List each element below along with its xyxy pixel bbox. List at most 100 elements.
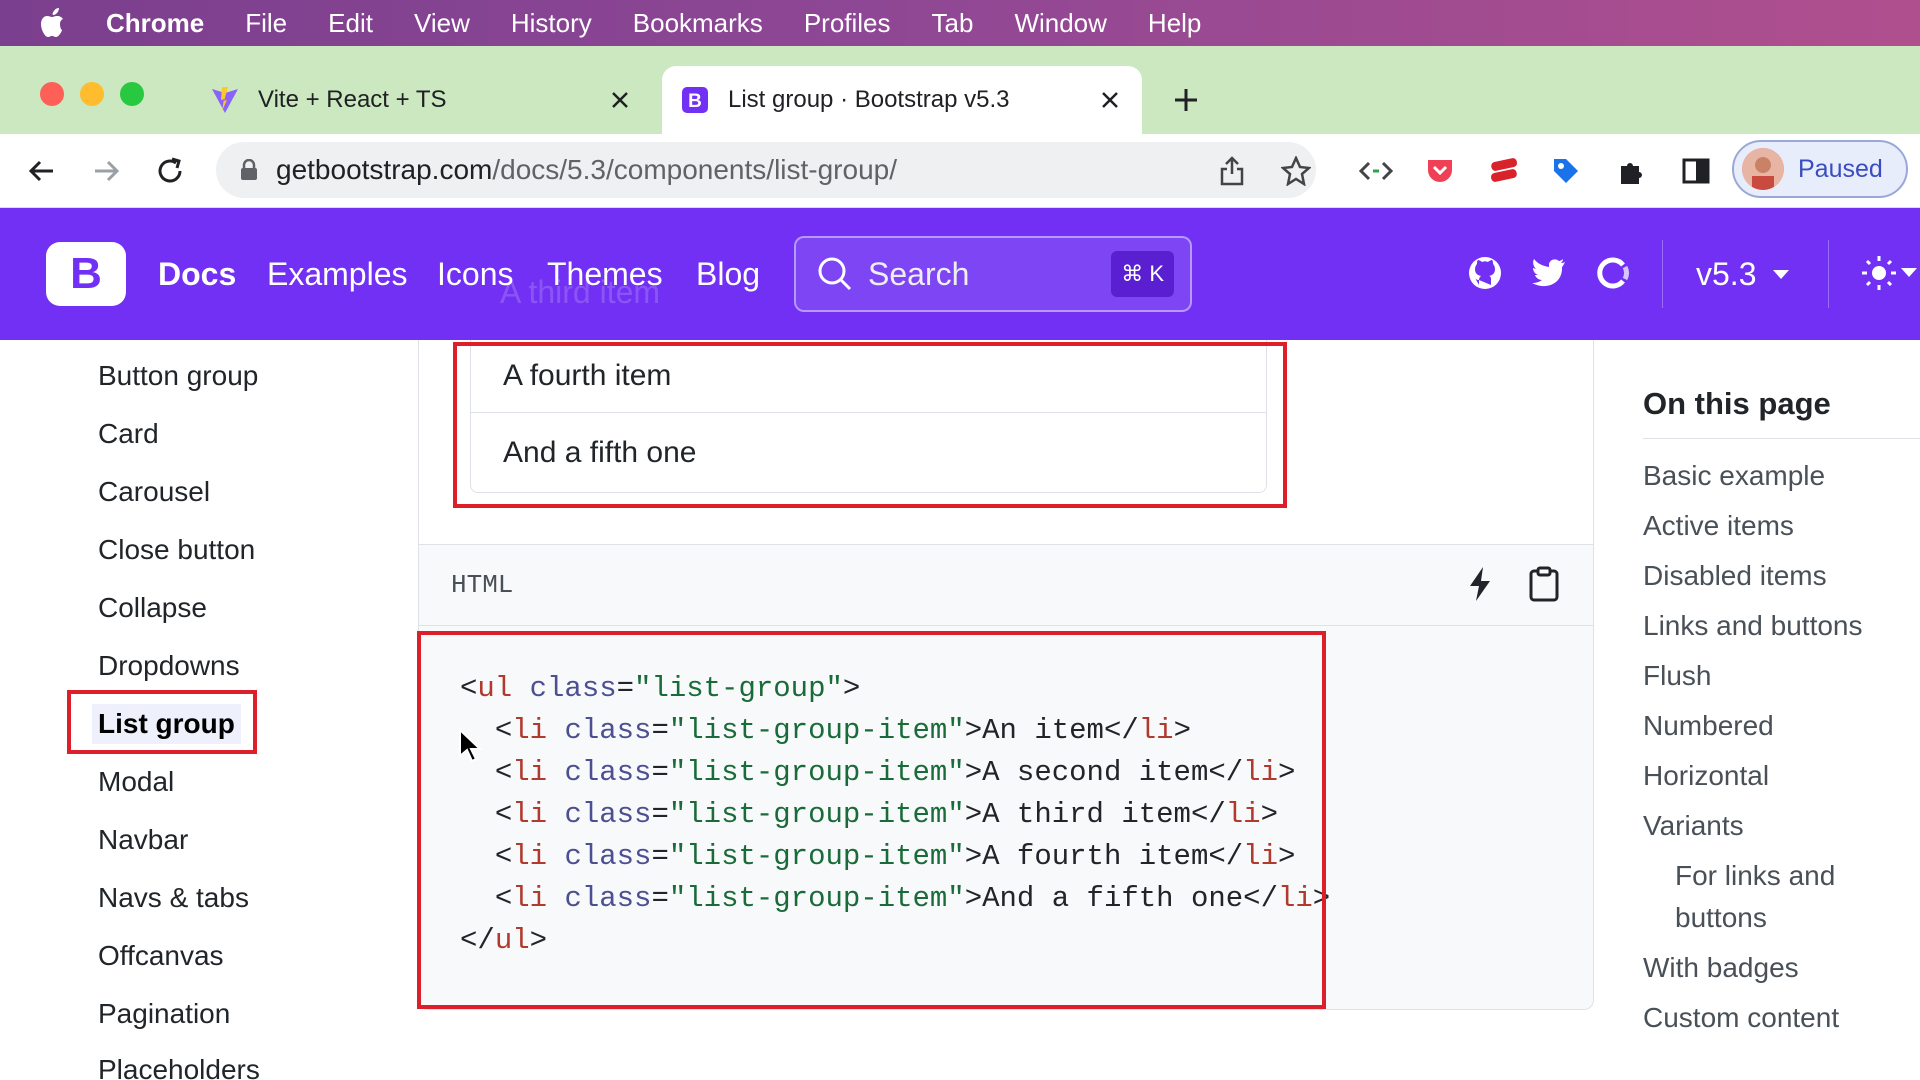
highlight-box xyxy=(453,342,1287,508)
tag-extension-icon[interactable] xyxy=(1548,153,1584,189)
apple-icon[interactable] xyxy=(36,5,72,41)
svg-text:B: B xyxy=(688,91,702,112)
navbar-divider xyxy=(1828,240,1829,308)
profile-status: Paused xyxy=(1798,154,1883,183)
url-path: /docs/5.3/components/list-group/ xyxy=(492,154,898,185)
nav-docs[interactable]: Docs xyxy=(158,256,236,293)
close-tab-icon[interactable] xyxy=(1096,86,1124,114)
lightning-icon[interactable] xyxy=(1463,564,1497,604)
new-tab-icon[interactable] xyxy=(1168,82,1204,118)
menu-chrome[interactable]: Chrome xyxy=(106,8,204,39)
clipboard-icon[interactable] xyxy=(1527,564,1561,604)
menu-help[interactable]: Help xyxy=(1148,8,1201,39)
toc-item-horizontal[interactable]: Horizontal xyxy=(1643,760,1769,792)
opencollective-icon[interactable] xyxy=(1594,254,1632,292)
sidebar-item-dropdowns[interactable]: Dropdowns xyxy=(98,650,240,682)
mouse-cursor-icon xyxy=(459,728,482,763)
menu-profiles[interactable]: Profiles xyxy=(804,8,891,39)
pocket-icon[interactable] xyxy=(1422,153,1458,189)
toc-title: On this page xyxy=(1643,386,1831,421)
toc-item-for-links-and-buttons-cont[interactable]: buttons xyxy=(1675,902,1767,934)
code-language-label: HTML xyxy=(451,570,514,600)
menu-file[interactable]: File xyxy=(245,8,287,39)
toc-item-custom-content[interactable]: Custom content xyxy=(1643,1002,1839,1034)
toc-item-numbered[interactable]: Numbered xyxy=(1643,710,1774,742)
toc-item-links-and-buttons[interactable]: Links and buttons xyxy=(1643,610,1863,642)
profile-button[interactable]: Paused xyxy=(1732,140,1908,198)
sidebar-item-button-group[interactable]: Button group xyxy=(98,360,258,392)
lock-icon[interactable] xyxy=(238,158,260,182)
nav-examples[interactable]: Examples xyxy=(267,256,408,293)
back-icon[interactable] xyxy=(24,153,60,189)
url-host: getbootstrap.com xyxy=(276,154,493,185)
caret-down-icon[interactable] xyxy=(1898,254,1920,292)
search-icon xyxy=(816,255,854,293)
address-bar[interactable]: getbootstrap.com/docs/5.3/components/lis… xyxy=(216,142,1316,198)
version-label: v5.3 xyxy=(1696,256,1757,292)
nav-blog[interactable]: Blog xyxy=(696,256,760,293)
bootstrap-icon: B xyxy=(680,85,710,115)
side-panel-icon[interactable] xyxy=(1678,153,1714,189)
sidebar-item-collapse[interactable]: Collapse xyxy=(98,592,207,624)
bookmark-star-icon[interactable] xyxy=(1278,153,1314,189)
nav-themes[interactable]: Themes xyxy=(547,256,663,293)
share-icon[interactable] xyxy=(1214,153,1250,189)
sidebar-item-pagination[interactable]: Pagination xyxy=(98,998,230,1030)
close-window-button[interactable] xyxy=(40,82,64,106)
menu-tab[interactable]: Tab xyxy=(932,8,974,39)
toc-item-with-badges[interactable]: With badges xyxy=(1643,952,1799,984)
highlight-box xyxy=(417,631,1326,1009)
browser-toolbar: getbootstrap.com/docs/5.3/components/lis… xyxy=(0,134,1920,208)
sidebar-item-card[interactable]: Card xyxy=(98,418,159,450)
tab-vite[interactable]: Vite + React + TS xyxy=(192,66,652,134)
sidebar-item-navbar[interactable]: Navbar xyxy=(98,824,188,856)
search-shortcut-badge: ⌘ K xyxy=(1111,251,1174,297)
puzzle-extensions-icon[interactable] xyxy=(1614,153,1650,189)
bootstrap-logo[interactable]: B xyxy=(46,242,126,306)
twitter-icon[interactable] xyxy=(1530,254,1568,292)
close-tab-icon[interactable] xyxy=(606,86,634,114)
toc-item-flush[interactable]: Flush xyxy=(1643,660,1711,692)
docs-search-button[interactable]: Search ⌘ K xyxy=(794,236,1192,312)
menu-window[interactable]: Window xyxy=(1014,8,1106,39)
tab-title: Vite + React + TS xyxy=(258,86,447,113)
toc-item-active-items[interactable]: Active items xyxy=(1643,510,1794,542)
menu-view[interactable]: View xyxy=(414,8,470,39)
sidebar-item-placeholders[interactable]: Placeholders xyxy=(98,1054,260,1080)
theme-toggle-sun-icon[interactable] xyxy=(1860,254,1898,292)
nav-icons[interactable]: Icons xyxy=(437,256,513,293)
caret-down-icon xyxy=(1772,269,1790,281)
navbar-divider xyxy=(1662,240,1663,308)
menu-edit[interactable]: Edit xyxy=(328,8,373,39)
highlight-box xyxy=(67,690,257,754)
avatar xyxy=(1742,148,1784,190)
forward-icon[interactable] xyxy=(88,153,124,189)
sidebar-item-offcanvas[interactable]: Offcanvas xyxy=(98,940,224,972)
tab-bootstrap[interactable]: B List group · Bootstrap v5.3 xyxy=(662,66,1142,134)
sidebar-item-modal[interactable]: Modal xyxy=(98,766,174,798)
search-placeholder: Search xyxy=(868,255,970,292)
menu-history[interactable]: History xyxy=(511,8,592,39)
tab-title: List group · Bootstrap v5.3 xyxy=(728,86,1010,113)
maximize-window-button[interactable] xyxy=(120,82,144,106)
code-extension-icon[interactable] xyxy=(1358,153,1394,189)
vite-icon xyxy=(210,85,240,115)
code-snippet-header: HTML xyxy=(418,544,1594,626)
toc-item-basic-example[interactable]: Basic example xyxy=(1643,460,1825,492)
lastpass-extension-icon[interactable] xyxy=(1486,153,1522,189)
toc-item-for-links-and-buttons[interactable]: For links and xyxy=(1675,860,1835,892)
menu-bookmarks[interactable]: Bookmarks xyxy=(633,8,763,39)
bootstrap-navbar: A third item B Docs Examples Icons Theme… xyxy=(0,208,1920,340)
version-dropdown[interactable]: v5.3 xyxy=(1696,256,1790,293)
macos-menu-bar: Chrome File Edit View History Bookmarks … xyxy=(0,0,1920,46)
reload-icon[interactable] xyxy=(152,153,188,189)
toc-item-disabled-items[interactable]: Disabled items xyxy=(1643,560,1827,592)
sidebar-item-navs-tabs[interactable]: Navs & tabs xyxy=(98,882,249,914)
toc-item-variants[interactable]: Variants xyxy=(1643,810,1744,842)
toc-divider xyxy=(1643,438,1920,439)
url-text: getbootstrap.com/docs/5.3/components/lis… xyxy=(276,154,897,186)
minimize-window-button[interactable] xyxy=(80,82,104,106)
sidebar-item-close-button[interactable]: Close button xyxy=(98,534,255,566)
sidebar-item-carousel[interactable]: Carousel xyxy=(98,476,210,508)
github-icon[interactable] xyxy=(1466,254,1504,292)
